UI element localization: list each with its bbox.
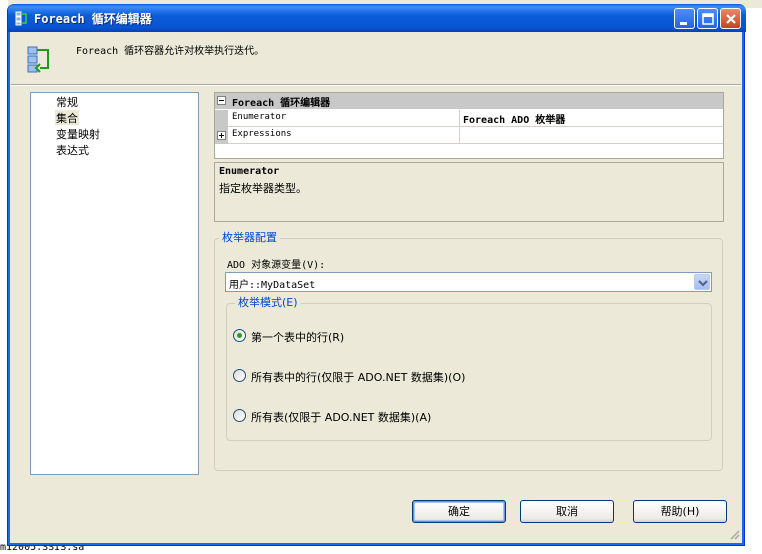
minimize-icon [680, 22, 687, 25]
enumeration-mode-legend: 枚举模式(E) [235, 294, 301, 310]
property-name: Expressions [232, 129, 292, 139]
radio-label: 所有表(仅限于 ADO.NET 数据集)(A) [251, 411, 432, 424]
radio-label: 所有表中的行(仅限于 ADO.NET 数据集)(O) [251, 371, 466, 384]
title-bar[interactable]: Foreach 循环编辑器 [8, 4, 746, 32]
minimize-button[interactable] [674, 8, 695, 29]
source-variable-select[interactable]: 用户::MyDataSet [225, 272, 712, 292]
nav-item-general[interactable]: 常规 [55, 94, 79, 109]
radio-button[interactable] [233, 369, 246, 382]
radio-button[interactable] [233, 409, 246, 422]
nav-item-variable-mappings[interactable]: 变量映射 [55, 126, 101, 141]
maximize-icon [702, 13, 714, 25]
radio-label: 第一个表中的行(R) [251, 331, 345, 344]
nav-item-collection[interactable]: 集合 [55, 110, 79, 125]
row-gutter [215, 110, 228, 127]
chevron-down-icon [698, 280, 708, 287]
header-divider [11, 84, 741, 86]
close-icon [726, 14, 736, 24]
property-value[interactable]: Foreach ADO 枚举器 [463, 111, 565, 126]
resize-grip-icon[interactable] [728, 528, 740, 540]
foreach-container-icon [27, 46, 49, 73]
property-row-expressions[interactable]: Expressions [215, 127, 723, 144]
property-category-label: Foreach 循环编辑器 [232, 98, 331, 109]
help-text: 指定枚举器类型。 [219, 182, 307, 195]
foreach-loop-icon [15, 11, 27, 26]
source-variable-label: ADO 对象源变量(V): [227, 260, 326, 271]
column-divider [459, 110, 460, 127]
property-help-panel: Enumerator 指定枚举器类型。 [214, 162, 724, 222]
cancel-button[interactable]: 取消 [520, 500, 614, 523]
collapse-icon[interactable] [217, 96, 226, 105]
nav-item-expressions[interactable]: 表达式 [55, 142, 90, 157]
property-grid: Foreach 循环编辑器 Enumerator Foreach ADO 枚举器… [214, 92, 724, 159]
ok-button[interactable]: 确定 [412, 500, 506, 523]
help-title: Enumerator [219, 166, 280, 177]
expand-icon[interactable] [217, 131, 226, 140]
help-button[interactable]: 帮助(H) [633, 500, 727, 523]
page-nav-list: 常规 集合 变量映射 表达式 [30, 92, 199, 475]
column-divider [459, 127, 460, 144]
radio-button[interactable] [233, 329, 246, 342]
close-button[interactable] [720, 8, 741, 29]
maximize-button[interactable] [697, 8, 718, 29]
source-variable-value: 用户::MyDataSet [229, 280, 316, 291]
dialog-description: Foreach 循环容器允许对枚举执行迭代。 [76, 46, 265, 57]
property-name: Enumerator [232, 112, 287, 122]
enumerator-config-legend: 枚举器配置 [219, 229, 280, 245]
property-category[interactable]: Foreach 循环编辑器 [215, 93, 723, 109]
window-title: Foreach 循环编辑器 [34, 12, 152, 26]
dropdown-button[interactable] [694, 274, 710, 290]
property-row-enumerator[interactable]: Enumerator Foreach ADO 枚举器 [215, 110, 723, 127]
